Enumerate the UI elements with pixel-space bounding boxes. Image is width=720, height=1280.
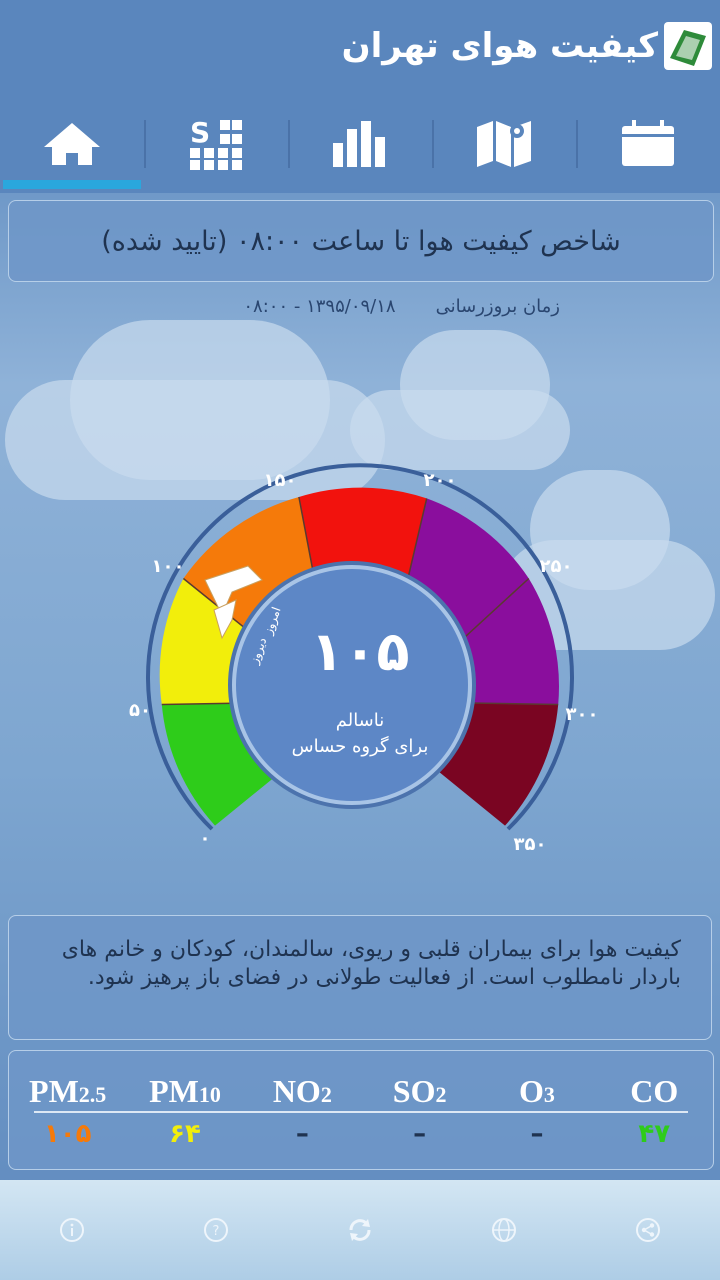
svg-text:S: S	[190, 116, 210, 149]
svg-text:?: ?	[213, 1224, 220, 1239]
aqi-title: شاخص کیفیت هوا تا ساعت ۰۸:۰۰ (تایید شده)	[101, 225, 621, 257]
tab-map[interactable]	[432, 95, 576, 193]
pollutant-value-no2: –	[295, 1119, 309, 1149]
scale-label: ۳۰۰	[566, 704, 599, 725]
pollutant-values: ۱۰۵ ۶۴ – – – ۴۷	[9, 1119, 713, 1149]
globe-icon	[492, 1218, 516, 1242]
pollutant-value-co: ۴۷	[638, 1119, 671, 1149]
home-icon	[44, 123, 100, 165]
pollutant-divider	[34, 1111, 688, 1113]
pollutant-value-pm10: ۶۴	[169, 1119, 201, 1149]
language-button[interactable]	[484, 1210, 524, 1250]
gauge-center	[232, 565, 472, 805]
info-icon	[60, 1218, 84, 1242]
scale-label: ۲۰۰	[424, 470, 457, 491]
pollutant-header-so2: SO2	[392, 1073, 447, 1109]
stations-icon: S	[190, 116, 242, 170]
tab-stations[interactable]: S	[144, 95, 288, 193]
calendar-icon	[622, 120, 674, 166]
help-button[interactable]: ?	[196, 1210, 236, 1250]
pollutant-header-no2: NO2	[272, 1073, 332, 1109]
health-advice-card: کیفیت هوا برای بیماران قلبی و ریوی، سالم…	[8, 915, 712, 1040]
pollutant-value-so2: –	[413, 1119, 427, 1149]
help-icon: ?	[204, 1218, 228, 1242]
scale-label: ۵۰	[129, 700, 151, 721]
pollutants-table: PM2.5 PM10 NO2 SO2 O3 CO ۱۰۵ ۶۴ – – – ۴۷	[8, 1050, 714, 1170]
aqi-gauge: ۰ ۵۰ ۱۰۰ ۱۵۰ ۲۰۰ ۲۵۰ ۳۰۰ ۳۵۰ ۱۰۵ ناسالم …	[0, 440, 720, 880]
aqi-status-group: برای گروه حساس	[292, 735, 429, 757]
pollutant-header-pm10: PM10	[149, 1073, 221, 1109]
refresh-button[interactable]	[340, 1210, 380, 1250]
scale-label: ۳۵۰	[514, 834, 547, 855]
update-value: ۱۳۹۵/۰۹/۱۸ - ۰۸:۰۰	[243, 296, 396, 317]
tab-charts[interactable]	[288, 95, 432, 193]
pollutant-header-o3: O3	[519, 1073, 555, 1109]
aqi-status: ناسالم	[336, 710, 385, 731]
update-time: زمان بروزرسانی ۱۳۹۵/۰۹/۱۸ - ۰۸:۰۰	[160, 296, 560, 317]
app-title: کیفیت هوای تهران	[341, 26, 658, 66]
pollutant-headers: PM2.5 PM10 NO2 SO2 O3 CO	[9, 1073, 713, 1110]
info-button[interactable]	[52, 1210, 92, 1250]
pollutant-value-o3: –	[530, 1119, 544, 1149]
share-button[interactable]	[628, 1210, 668, 1250]
pollutant-value-pm25: ۱۰۵	[43, 1119, 92, 1149]
tab-calendar[interactable]	[576, 95, 720, 193]
health-advice: کیفیت هوا برای بیماران قلبی و ریوی، سالم…	[61, 937, 681, 990]
share-icon	[636, 1218, 660, 1242]
bottom-toolbar: ?	[0, 1180, 720, 1280]
scale-label: ۱۰۰	[152, 556, 185, 577]
tab-bar: S	[0, 95, 720, 193]
aqi-value: ۱۰۵	[311, 620, 410, 683]
refresh-icon	[349, 1219, 371, 1241]
app-header: کیفیت هوای تهران	[0, 0, 720, 95]
bar-chart-icon	[333, 121, 385, 167]
app-logo-icon	[664, 22, 712, 70]
update-label: زمان بروزرسانی	[435, 296, 560, 317]
tab-home[interactable]	[0, 95, 144, 193]
scale-label: ۱۵۰	[264, 470, 297, 491]
cloud-decoration	[400, 330, 550, 440]
gauge-svg: ۰ ۵۰ ۱۰۰ ۱۵۰ ۲۰۰ ۲۵۰ ۳۰۰ ۳۵۰ ۱۰۵ ناسالم …	[129, 463, 599, 855]
map-icon	[477, 121, 531, 167]
aqi-title-card: شاخص کیفیت هوا تا ساعت ۰۸:۰۰ (تایید شده)	[8, 200, 714, 282]
scale-label: ۰	[200, 828, 211, 849]
pollutant-header-co: CO	[630, 1073, 679, 1109]
scale-label: ۲۵۰	[540, 556, 573, 577]
pollutant-header-pm25: PM2.5	[29, 1073, 107, 1109]
